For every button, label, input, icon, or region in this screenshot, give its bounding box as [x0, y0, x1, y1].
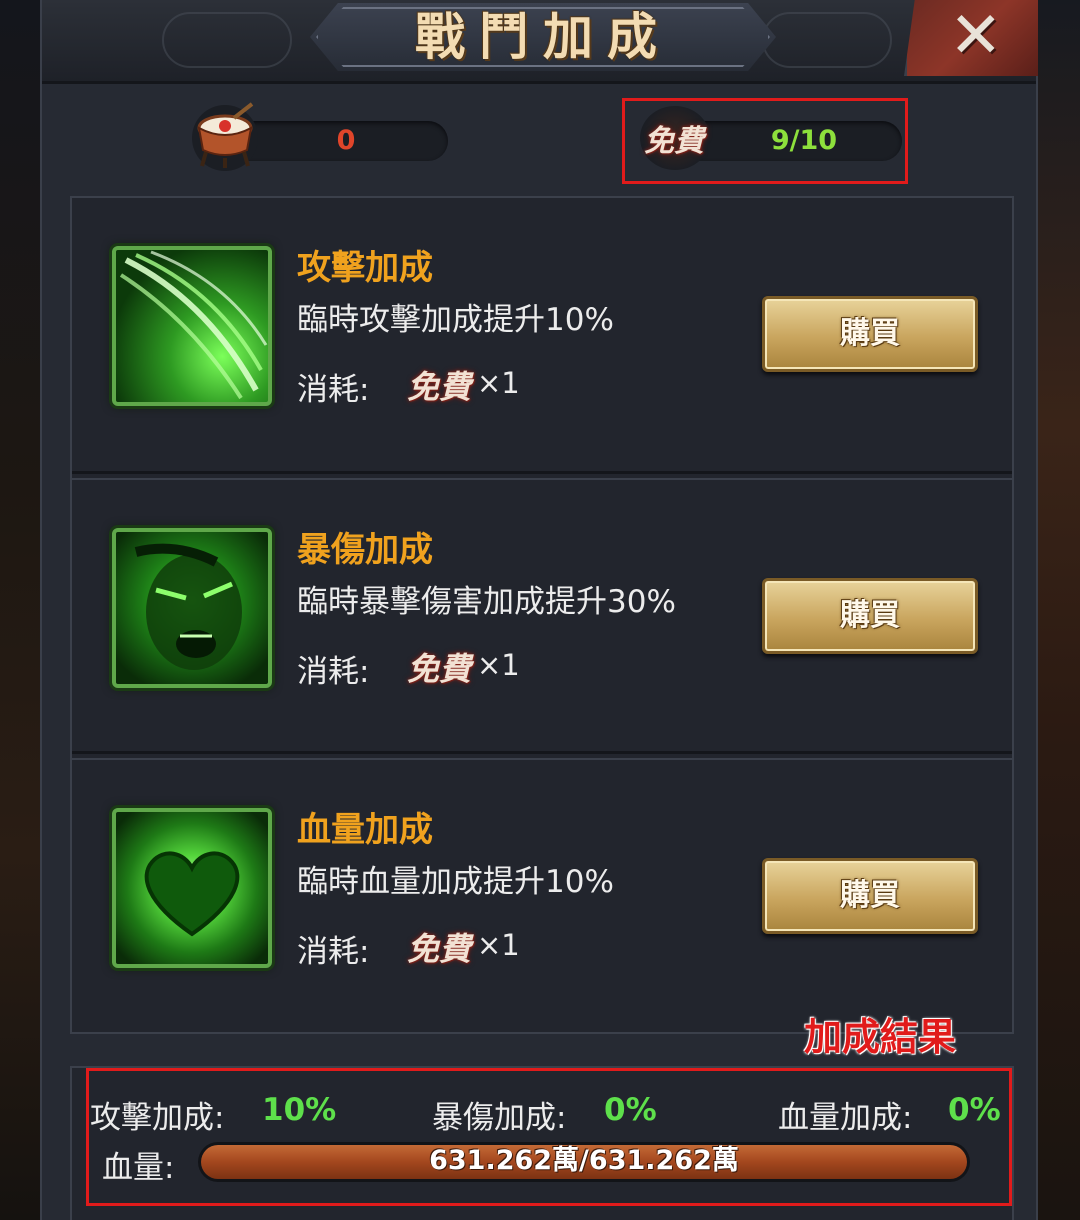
panel-header: 戰鬥加成 ✕ — [42, 0, 1038, 84]
buy-button-crit[interactable]: 購買 — [762, 578, 978, 654]
boost-row-crit: 暴傷加成 臨時暴擊傷害加成提升30% 消耗: 免費 ×1 購買 — [72, 478, 1012, 754]
boost-title: 暴傷加成 — [297, 530, 433, 570]
cost-label: 消耗: — [297, 372, 370, 408]
free-stamp-icon: 免費 — [407, 650, 472, 688]
cost-label: 消耗: — [297, 934, 370, 970]
boost-row-hp: 血量加成 臨時血量加成提升10% 消耗: 免費 ×1 購買 — [72, 758, 1012, 1034]
boost-description: 臨時血量加成提升10% — [297, 864, 614, 900]
buy-button-attack[interactable]: 購買 — [762, 296, 978, 372]
background-scenery-right — [1038, 0, 1080, 1220]
boost-row-attack: 攻擊加成 臨時攻擊加成提升10% 消耗: 免費 ×1 購買 — [72, 198, 1012, 474]
header-ornament-left — [162, 12, 292, 68]
page-title: 戰鬥加成 — [415, 7, 671, 66]
cost-label: 消耗: — [297, 654, 370, 690]
boost-title: 血量加成 — [297, 810, 433, 850]
drum-count: 0 — [336, 125, 356, 156]
close-icon: ✕ — [949, 0, 1003, 73]
free-stamp-icon: 免費 — [407, 930, 472, 968]
cost-quantity: ×1 — [477, 928, 520, 962]
boost-description: 臨時暴擊傷害加成提升30% — [297, 584, 676, 620]
battle-boost-panel: 戰鬥加成 ✕ 0 9/10 免費 攻擊加成 臨時攻擊加成提升10% 消耗: 免費… — [40, 0, 1038, 1220]
cost-quantity: ×1 — [477, 648, 520, 682]
heart-icon — [112, 808, 272, 968]
slash-icon — [112, 246, 272, 406]
boost-description: 臨時攻擊加成提升10% — [297, 302, 614, 338]
header-ornament-right — [762, 12, 892, 68]
boost-title: 攻擊加成 — [297, 248, 433, 288]
cost-quantity: ×1 — [477, 366, 520, 400]
free-stamp-icon: 免費 — [407, 368, 472, 406]
result-annotation: 加成結果 — [804, 1015, 957, 1059]
boost-list: 攻擊加成 臨時攻擊加成提升10% 消耗: 免費 ×1 購買 暴傷加成 臨時暴擊傷… — [70, 196, 1014, 1034]
buy-button-hp[interactable]: 購買 — [762, 858, 978, 934]
free-ticket-highlight — [622, 98, 908, 184]
close-button[interactable]: ✕ — [904, 0, 1038, 76]
background-scenery-left — [0, 0, 40, 1220]
result-highlight — [86, 1068, 1012, 1206]
war-drum-icon — [192, 102, 258, 171]
roar-face-icon — [112, 528, 272, 688]
